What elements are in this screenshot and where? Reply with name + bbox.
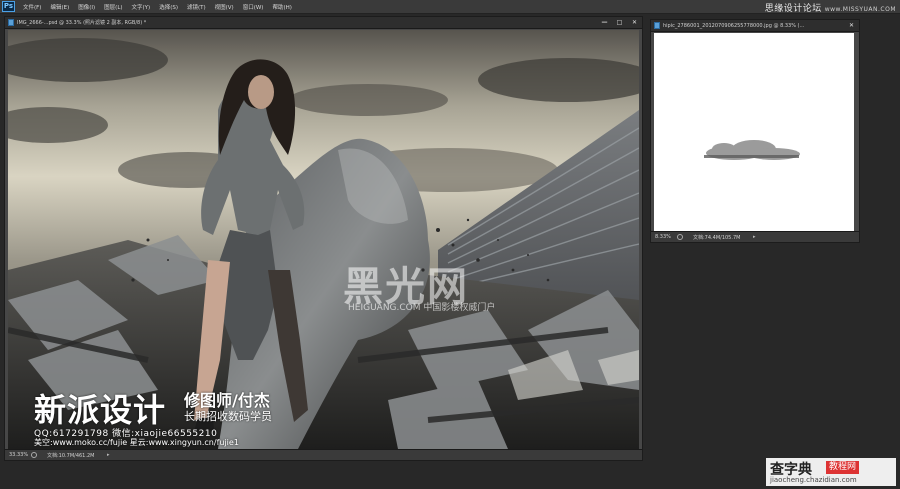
- menu-type[interactable]: 文字(Y): [132, 3, 151, 11]
- site-watermark: 思缘设计论坛 www.MISSYUAN.COM: [765, 1, 896, 14]
- chazidian-badge: 教程网: [826, 461, 860, 474]
- status-menu-arrow-icon[interactable]: ▸: [107, 452, 110, 458]
- maximize-icon[interactable]: □: [615, 18, 624, 27]
- brand-title: 新派设计: [34, 391, 167, 429]
- photo-canvas[interactable]: 黑光网 HEIGUANG.COM 中国影楼权威门户 新派设计 修图师/付杰 长期…: [8, 30, 639, 449]
- cloud-brush-canvas[interactable]: [654, 33, 854, 232]
- side-zoom-readout[interactable]: 8.33%: [655, 234, 677, 240]
- status-info-icon[interactable]: [677, 234, 683, 240]
- side-doc-size-readout: 文档:74.4M/105.7M: [693, 234, 741, 241]
- menu-edit[interactable]: 编辑(E): [50, 3, 69, 11]
- cloud-shape: [704, 140, 800, 160]
- main-document-window[interactable]: IMG_2666-...psd @ 33.3% (照片滤镜 2 副本, RGB/…: [4, 16, 643, 461]
- menu-window[interactable]: 窗口(W): [243, 3, 264, 11]
- window-controls: — □ ✕: [600, 18, 639, 27]
- main-window-title: IMG_2666-...psd @ 33.3% (照片滤镜 2 副本, RGB/…: [17, 20, 147, 26]
- site-watermark-url: www.MISSYUAN.COM: [824, 6, 896, 13]
- main-status-bar: 33.33% 文档:10.7M/461.2M ▸: [5, 449, 642, 460]
- heiguang-watermark-caption: HEIGUANG.COM 中国影楼权威门户: [348, 303, 496, 313]
- photoshop-logo-icon: Ps: [2, 1, 15, 12]
- secondary-document-window[interactable]: hipic_2786001_2012070906255778000.jpg @ …: [650, 19, 860, 243]
- menu-file[interactable]: 文件(F): [23, 3, 41, 11]
- main-window-titlebar[interactable]: IMG_2666-...psd @ 33.3% (照片滤镜 2 副本, RGB/…: [5, 17, 642, 29]
- menu-select[interactable]: 选择(S): [159, 3, 178, 11]
- contact-line-2: 美空:www.moko.cc/fujie 星云:www.xingyun.cn/f…: [34, 438, 239, 447]
- side-window-titlebar[interactable]: hipic_2786001_2012070906255778000.jpg @ …: [651, 20, 859, 32]
- menu-layer[interactable]: 图层(L): [104, 3, 122, 11]
- status-info-icon[interactable]: [31, 452, 37, 458]
- chazidian-url: jiaocheng.chazidian.com: [770, 476, 857, 484]
- side-window-controls: ✕: [847, 21, 856, 30]
- menu-help[interactable]: 帮助(H): [272, 3, 291, 11]
- close-icon[interactable]: ✕: [630, 18, 639, 27]
- close-icon[interactable]: ✕: [847, 21, 856, 30]
- minimize-icon[interactable]: —: [600, 18, 609, 27]
- menu-filter[interactable]: 滤镜(T): [187, 3, 206, 11]
- side-window-title: hipic_2786001_2012070906255778000.jpg @ …: [663, 22, 805, 29]
- doc-size-readout: 文档:10.7M/461.2M: [47, 452, 95, 459]
- side-status-bar: 8.33% 文档:74.4M/105.7M ▸: [651, 231, 859, 242]
- site-watermark-name: 思缘设计论坛: [764, 4, 822, 14]
- recruit-text: 长期招收数码学员: [184, 410, 272, 423]
- menu-image[interactable]: 图像(I): [78, 3, 95, 11]
- zoom-readout[interactable]: 33.33%: [9, 452, 31, 458]
- menu-bar: Ps 文件(F) 编辑(E) 图像(I) 图层(L) 文字(Y) 选择(S) 滤…: [0, 0, 900, 14]
- photoshop-workspace: Ps 文件(F) 编辑(E) 图像(I) 图层(L) 文字(Y) 选择(S) 滤…: [0, 0, 900, 489]
- menu-view[interactable]: 视图(V): [215, 3, 234, 11]
- status-menu-arrow-icon[interactable]: ▸: [753, 234, 756, 240]
- document-icon: [654, 22, 660, 29]
- document-icon: [8, 19, 14, 26]
- chazidian-watermark: 查字典 教程网 jiaocheng.chazidian.com: [766, 458, 896, 486]
